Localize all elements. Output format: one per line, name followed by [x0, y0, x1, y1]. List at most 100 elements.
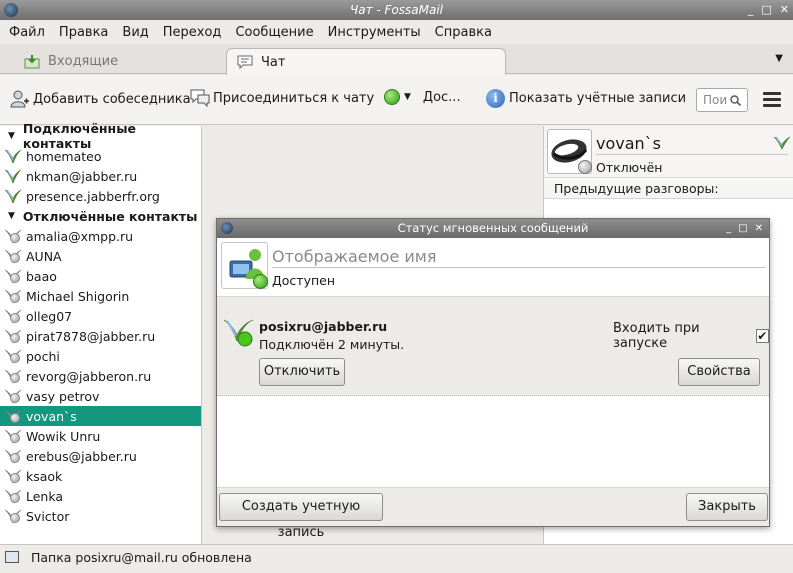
- tab-inbox[interactable]: Входящие: [14, 48, 224, 75]
- contact-name: vasy petrov: [26, 388, 100, 404]
- group-label: Отключённые контакты: [22, 208, 198, 224]
- conversation-header: vovan`s Отключён: [544, 126, 793, 178]
- contact-item[interactable]: vasy petrov: [0, 386, 201, 406]
- contact-name: presence.jabberfr.org: [26, 188, 160, 204]
- contact-item[interactable]: presence.jabberfr.org: [0, 186, 201, 206]
- dialog-body: Отображаемое имя Доступен posixru@jabber…: [217, 238, 769, 507]
- contact-item[interactable]: amalia@xmpp.ru: [0, 226, 201, 246]
- contact-name: amalia@xmpp.ru: [26, 228, 134, 244]
- jabber-offline-icon: [4, 468, 22, 484]
- dialog-minimize-button[interactable]: _: [726, 219, 731, 238]
- maximize-button[interactable]: □: [761, 0, 771, 20]
- menu-view[interactable]: Вид: [122, 25, 148, 40]
- contact-name: Svictor: [26, 508, 70, 524]
- contact-item[interactable]: Wowik Unru: [0, 426, 201, 446]
- jabber-offline-icon: [4, 268, 22, 284]
- dialog-title: Статус мгновенных сообщений: [397, 221, 589, 235]
- contact-item[interactable]: Michael Shigorin: [0, 286, 201, 306]
- jabber-offline-icon: [4, 488, 22, 504]
- jabber-protocol-icon: [223, 319, 254, 347]
- contact-item[interactable]: Lenka: [0, 486, 201, 506]
- contact-name: Michael Shigorin: [26, 288, 130, 304]
- join-chat-button[interactable]: Присоединиться к чату: [190, 89, 374, 107]
- account-connected-time: Подключён 2 минуты.: [259, 337, 405, 352]
- create-account-button[interactable]: Создать учетную запись: [219, 493, 383, 540]
- status-text[interactable]: Доступен: [272, 273, 335, 288]
- add-contact-button[interactable]: Добавить собеседника: [10, 89, 191, 109]
- dialog-titlebar: Статус мгновенных сообщений _ □ ✕: [217, 219, 769, 238]
- expand-triangle-icon: ▼: [8, 211, 15, 221]
- window-titlebar: Чат - FossaMail _ □ ✕: [0, 0, 793, 20]
- app-logo-icon: [4, 3, 18, 17]
- contact-name: homemateo: [26, 148, 102, 164]
- contact-item[interactable]: pirat7878@jabber.ru: [0, 326, 201, 346]
- contact-name: Wowik Unru: [26, 428, 101, 444]
- menu-message[interactable]: Сообщение: [235, 25, 313, 40]
- dialog-maximize-button[interactable]: □: [738, 219, 747, 238]
- menu-edit[interactable]: Правка: [59, 25, 108, 40]
- close-button[interactable]: Закрыть: [686, 493, 768, 521]
- contact-status: Отключён: [596, 160, 663, 175]
- user-avatar[interactable]: [221, 242, 268, 289]
- contact-item[interactable]: revorg@jabberon.ru: [0, 366, 201, 386]
- status-selector-button[interactable]: ▼ Дос...: [384, 89, 461, 105]
- contact-item[interactable]: vovan`s: [0, 406, 201, 426]
- search-input[interactable]: Пои: [696, 88, 748, 112]
- display-name-field[interactable]: Отображаемое имя: [272, 247, 436, 266]
- contact-item[interactable]: AUNA: [0, 246, 201, 266]
- contact-name: olleg07: [26, 308, 73, 324]
- menu-tools[interactable]: Инструменты: [328, 25, 421, 40]
- tab-chat-label: Чат: [261, 54, 286, 70]
- join-chat-label: Присоединиться к чату: [213, 90, 375, 106]
- jabber-offline-icon: [4, 388, 22, 404]
- app-logo-icon: [221, 222, 233, 234]
- account-row[interactable]: posixru@jabber.ru Подключён 2 минуты. Вх…: [217, 296, 769, 396]
- inbox-icon: [24, 54, 40, 68]
- add-user-icon: [10, 90, 29, 108]
- account-name: posixru@jabber.ru: [259, 319, 388, 334]
- tabbar: Входящие Чат ▼: [0, 44, 793, 75]
- jabber-offline-icon: [4, 508, 22, 524]
- contact-item[interactable]: baao: [0, 266, 201, 286]
- menu-file[interactable]: Файл: [9, 25, 45, 40]
- minimize-button[interactable]: _: [748, 0, 754, 20]
- contact-item[interactable]: olleg07: [0, 306, 201, 326]
- autologin-option[interactable]: Входить при запуске ✔: [613, 321, 769, 351]
- autologin-label: Входить при запуске: [613, 321, 700, 351]
- contact-item[interactable]: Svictor: [0, 506, 201, 526]
- contact-item[interactable]: nkman@jabber.ru: [0, 166, 201, 186]
- jabber-offline-icon: [4, 228, 22, 244]
- contact-name: erebus@jabber.ru: [26, 448, 137, 464]
- offline-status-icon: [578, 160, 592, 174]
- tab-chat[interactable]: Чат: [226, 48, 506, 75]
- contact-item[interactable]: erebus@jabber.ru: [0, 446, 201, 466]
- contact-name: baao: [26, 268, 57, 284]
- menu-go[interactable]: Переход: [163, 25, 222, 40]
- jabber-offline-icon: [4, 308, 22, 324]
- jabber-offline-icon: [4, 328, 22, 344]
- properties-button[interactable]: Свойства: [678, 358, 760, 386]
- close-window-button[interactable]: ✕: [780, 0, 789, 20]
- tab-list-chevron-icon[interactable]: ▼: [775, 53, 783, 64]
- disconnect-button[interactable]: Отключить: [259, 358, 345, 386]
- info-icon: i: [486, 89, 505, 108]
- jabber-online-icon: [4, 148, 22, 164]
- menu-help[interactable]: Справка: [435, 25, 492, 40]
- contact-name: AUNA: [26, 248, 62, 264]
- dialog-close-button[interactable]: ✕: [755, 219, 763, 238]
- chevron-down-icon: ▼: [404, 92, 411, 102]
- jabber-offline-icon: [4, 428, 22, 444]
- offline-contacts-group[interactable]: ▼ Отключённые контакты: [0, 206, 201, 226]
- hamburger-menu-icon[interactable]: [763, 92, 781, 110]
- status-message: Папка posixru@mail.ru обновлена: [31, 550, 252, 565]
- show-accounts-label: Показать учётные записи: [509, 91, 687, 106]
- contact-item[interactable]: ksaok: [0, 466, 201, 486]
- online-contacts-group[interactable]: ▼ Подключённые контакты: [0, 121, 201, 151]
- show-accounts-button[interactable]: i Показать учётные записи: [486, 89, 686, 108]
- autologin-checkbox[interactable]: ✔: [755, 329, 769, 343]
- jabber-online-icon: [4, 188, 22, 204]
- activity-icon[interactable]: [5, 551, 19, 563]
- contact-item[interactable]: pochi: [0, 346, 201, 366]
- statusbar: Папка posixru@mail.ru обновлена: [0, 544, 793, 573]
- chat-bubble-icon: [237, 55, 253, 69]
